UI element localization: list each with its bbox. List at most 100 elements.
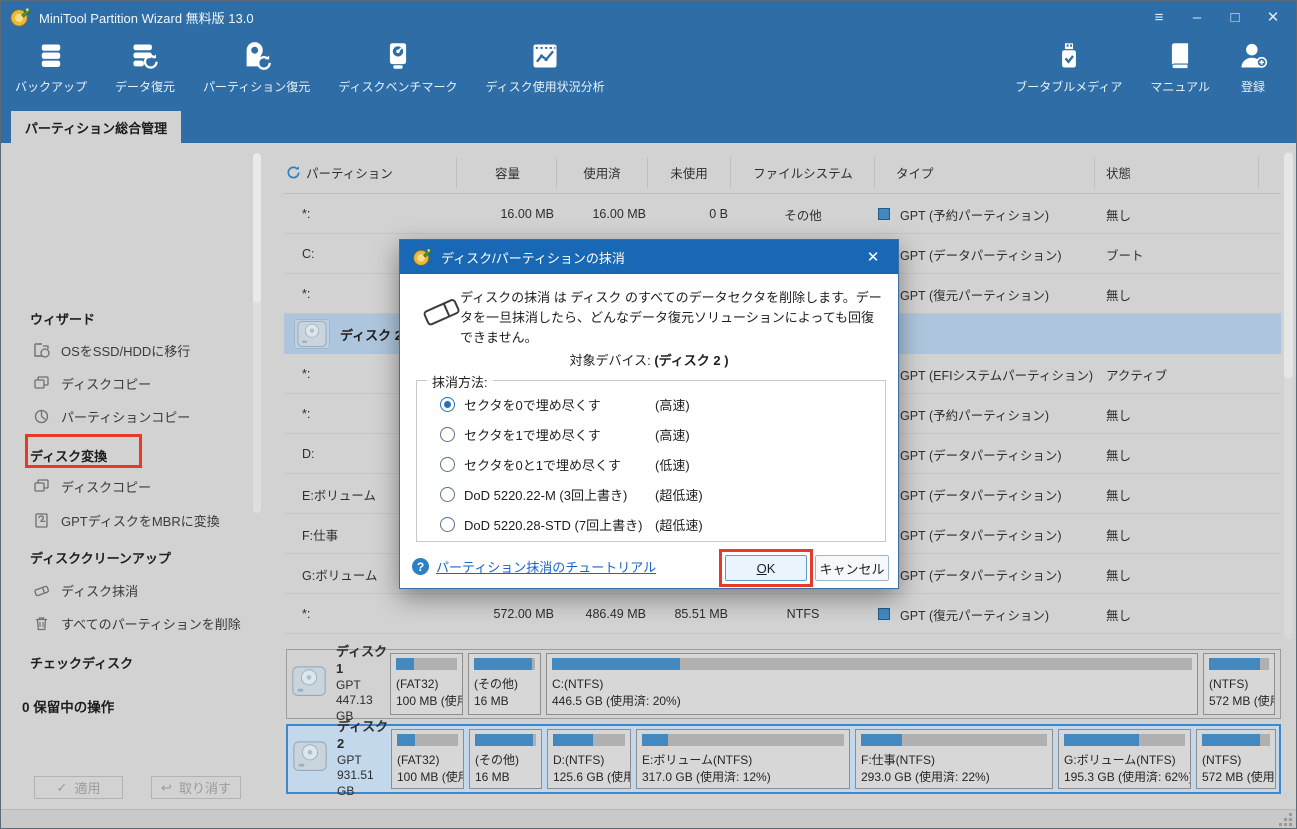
copy-disk-icon [33, 478, 50, 495]
table-row[interactable]: *:572.00 MB486.49 MB85.51 MBNTFSGPT (復元パ… [284, 594, 1281, 634]
sidebar-item-migrate-os[interactable]: OSをSSD/HDDに移行 [33, 341, 190, 360]
help-icon[interactable]: ? [412, 558, 429, 575]
toolbar-disk-benchmark[interactable]: ディスクベンチマーク [324, 33, 471, 95]
toolbar-register[interactable]: 登録 [1224, 33, 1282, 95]
type-cell: GPT (予約パーティション) [878, 394, 1118, 434]
partition-block[interactable]: (その他)16 MB [468, 653, 541, 715]
block-label: (その他) [474, 676, 535, 693]
partition-block[interactable]: (FAT32)100 MB (使用 [391, 729, 464, 789]
table-row[interactable]: *:16.00 MB16.00 MB0 Bその他GPT (予約パーティション)無… [284, 194, 1281, 234]
sidebar-item-disk-copy-2[interactable]: ディスクコピー [33, 477, 151, 496]
sidebar-scrollbar[interactable] [253, 153, 261, 513]
type-cell: GPT (復元パーティション) [878, 274, 1118, 314]
radio-icon [440, 487, 455, 502]
partition-block[interactable]: (NTFS)572 MB (使用 [1196, 729, 1276, 789]
toolbar-manual[interactable]: マニュアル [1136, 33, 1224, 95]
partition-block[interactable]: D:(NTFS)125.6 GB (使用: [547, 729, 631, 789]
partition-block[interactable]: E:ボリューム(NTFS)317.0 GB (使用済: 12%) [636, 729, 850, 789]
sidebar-item-wipe-disk[interactable]: ディスク抹消 [33, 581, 138, 600]
pending-operations: 0 保留中の操作 [22, 696, 114, 716]
tutorial-link[interactable]: パーティション抹消のチュートリアル [436, 557, 656, 576]
radio-fill-one[interactable]: セクタを1で埋め尽くす (高速) [440, 425, 601, 444]
status-cell: 無し [1106, 594, 1266, 634]
dialog-title: ディスク/パーティションの抹消 [441, 248, 625, 267]
section-wizard: ウィザード [30, 309, 95, 328]
copy-partition-icon [33, 408, 50, 425]
disk-meta: ディスク 1GPT447.13 GB [336, 644, 390, 725]
partition-block[interactable]: (FAT32)100 MB (使用 [390, 653, 463, 715]
type-cell: GPT (復元パーティション) [878, 594, 1118, 634]
sidebar-item-gpt-to-mbr[interactable]: GPTディスクをMBRに変換 [33, 511, 220, 530]
window-title: MiniTool Partition Wizard 無料版 13.0 [39, 8, 254, 27]
section-check-disk: チェックディスク [30, 653, 133, 672]
used-cell: 486.49 MB [558, 594, 646, 634]
usage-bar [552, 658, 1192, 670]
disk-size: 931.51 GB [337, 768, 391, 799]
tab-partition-management[interactable]: パーティション総合管理 [11, 111, 181, 143]
maximize-button[interactable]: □ [1218, 4, 1252, 30]
cancel-button[interactable]: キャンセル [815, 555, 889, 581]
partition-block[interactable]: (その他)16 MB [469, 729, 542, 789]
usage-bar-fill [861, 734, 902, 746]
block-info: 16 MB [474, 693, 535, 710]
radio-fill-zero[interactable]: セクタを0で埋め尽くす (高速) [440, 395, 601, 414]
table-header: パーティション 容量 使用済 未使用 ファイルシステム タイプ 状態 [284, 151, 1281, 194]
status-cell: 無し [1106, 554, 1266, 594]
status-cell: アクティブ [1106, 354, 1266, 394]
toolbar-bootable-media[interactable]: ブータブルメディア [1001, 33, 1136, 95]
undo-button[interactable]: ↩ 取り消す [151, 776, 241, 799]
resize-grip[interactable] [1279, 813, 1292, 826]
usage-bar-fill [552, 658, 680, 670]
toolbar-backup[interactable]: バックアップ [1, 33, 101, 95]
disk-strip-2[interactable]: ディスク 2GPT931.51 GB(FAT32)100 MB (使用(その他)… [286, 724, 1281, 794]
header-unused[interactable]: 未使用 [650, 151, 728, 194]
sidebar-item-partition-copy[interactable]: パーティションコピー [33, 407, 190, 426]
sidebar: ウィザード OSをSSD/HDDに移行 ディスクコピー パーティションコピー デ… [1, 143, 271, 809]
used-cell: 16.00 MB [558, 194, 646, 234]
header-used[interactable]: 使用済 [558, 151, 646, 194]
hdd-icon [290, 665, 328, 702]
sidebar-item-delete-all-partitions[interactable]: すべてのパーティションを削除 [33, 614, 241, 633]
status-cell: 無し [1106, 514, 1266, 554]
status-bar [1, 809, 1296, 829]
table-scrollbar[interactable] [1284, 151, 1293, 639]
disk-meta: ディスク 2GPT931.51 GB [337, 719, 391, 800]
minimize-button[interactable]: – [1180, 4, 1214, 30]
radio-dod-7pass[interactable]: DoD 5220.28-STD (7回上書き) (超低速) [440, 515, 642, 534]
partition-block[interactable]: G:ボリューム(NTFS)195.3 GB (使用済: 62%) [1058, 729, 1191, 789]
delete-partitions-icon [33, 615, 50, 632]
type-cell: GPT (EFIシステムパーティション) [878, 354, 1118, 394]
header-status[interactable]: 状態 [1106, 151, 1131, 194]
disk-icon [294, 319, 330, 349]
block-info: 317.0 GB (使用済: 12%) [642, 769, 844, 786]
ok-button[interactable]: OK [725, 555, 807, 581]
usage-bar-fill [642, 734, 668, 746]
partition-block[interactable]: C:(NTFS)446.5 GB (使用済: 20%) [546, 653, 1198, 715]
toolbar-partition-recovery[interactable]: パーティション復元 [189, 33, 324, 95]
close-button[interactable]: ✕ [1256, 4, 1290, 30]
header-partition[interactable]: パーティション [306, 151, 393, 194]
sidebar-item-disk-copy[interactable]: ディスクコピー [33, 374, 151, 393]
usage-bar [1209, 658, 1269, 670]
disk-usage-icon [530, 41, 560, 71]
block-info: 293.0 GB (使用済: 22%) [861, 769, 1047, 786]
toolbar-data-recovery[interactable]: データ復元 [101, 33, 189, 95]
radio-fill-zero-one[interactable]: セクタを0と1で埋め尽くす (低速) [440, 455, 621, 474]
header-capacity[interactable]: 容量 [461, 151, 554, 194]
header-filesystem[interactable]: ファイルシステム [733, 151, 873, 194]
toolbar-disk-usage[interactable]: ディスク使用状況分析 [471, 33, 618, 95]
block-label: (NTFS) [1202, 752, 1270, 769]
partition-block[interactable]: F:仕事(NTFS)293.0 GB (使用済: 22%) [855, 729, 1053, 789]
refresh-icon[interactable] [286, 151, 301, 194]
header-type[interactable]: タイプ [896, 151, 934, 194]
usage-bar [396, 658, 457, 670]
register-icon [1238, 41, 1268, 71]
menu-icon[interactable]: ≡ [1142, 4, 1176, 30]
usage-bar-fill [1202, 734, 1260, 746]
radio-dod-3pass[interactable]: DoD 5220.22-M (3回上書き) (超低速) [440, 485, 627, 504]
apply-button[interactable]: ✓ 適用 [34, 776, 123, 799]
partition-block[interactable]: (NTFS)572 MB (使用 [1203, 653, 1275, 715]
disk-strip-1[interactable]: ディスク 1GPT447.13 GB(FAT32)100 MB (使用(その他)… [286, 649, 1281, 719]
partition-name: *: [302, 594, 462, 634]
dialog-close-icon[interactable]: ✕ [858, 240, 888, 274]
